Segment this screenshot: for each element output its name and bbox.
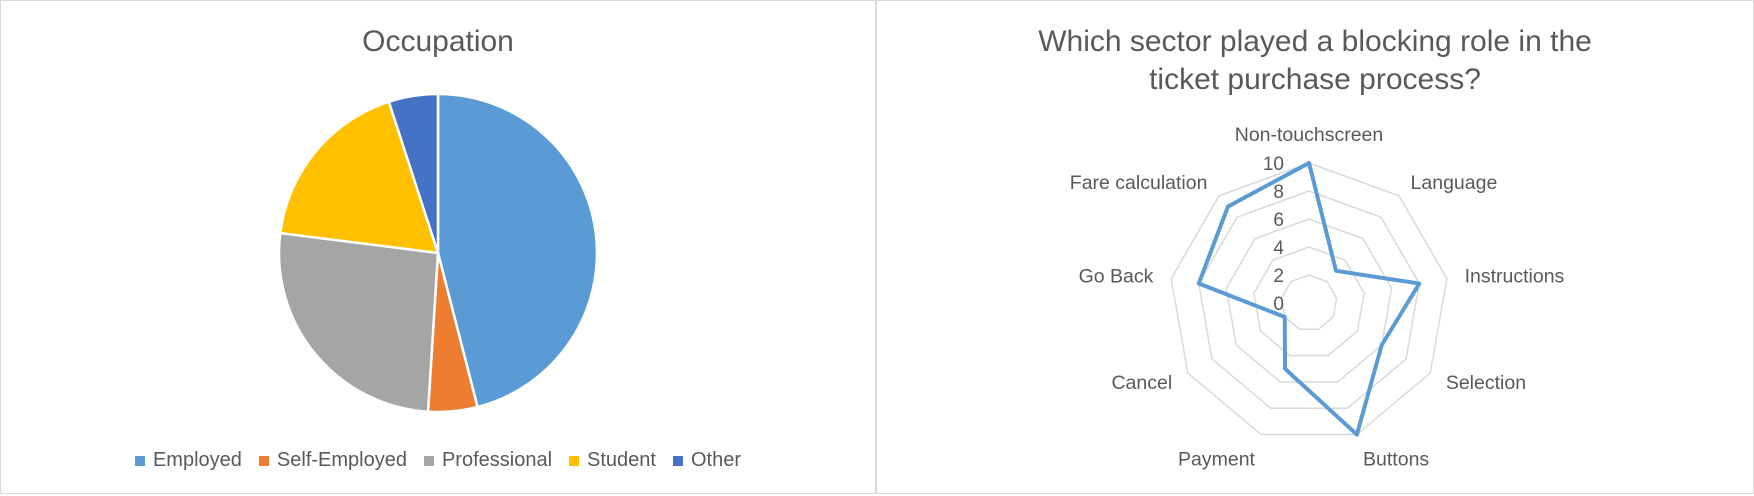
radar-chart: 0246810Non-touchscreenLanguageInstructio…	[1070, 124, 1565, 470]
legend-item: Other	[672, 449, 742, 472]
blocking-sector-chart-panel: Which sector played a blocking role in t…	[876, 0, 1754, 494]
radar-tick-label: 8	[1273, 182, 1284, 203]
legend-label: Student	[587, 449, 656, 471]
legend-label: Self-Employed	[276, 449, 407, 471]
legend-label: Professional	[441, 449, 553, 471]
occupation-chart-panel: Occupation Employed Self-Employed Professi…	[0, 0, 876, 494]
legend-swatch	[134, 455, 145, 466]
legend-swatch	[423, 455, 434, 466]
radar-category-label: Fare calculation	[1070, 172, 1208, 194]
radar-tick-label: 2	[1273, 266, 1284, 287]
pie-slice-professional	[277, 231, 440, 414]
radar-tick-label: 4	[1273, 238, 1284, 259]
legend-label: Employed	[152, 449, 242, 471]
radar-category-label: Selection	[1446, 372, 1526, 394]
radar-category-label: Instructions	[1465, 266, 1565, 288]
legend-swatch	[672, 455, 683, 466]
radar-grid-ring	[1225, 218, 1393, 383]
radar-category-label: Payment	[1178, 448, 1256, 470]
radar-category-label: Go Back	[1079, 266, 1154, 288]
radar-tick-label: 6	[1273, 210, 1284, 231]
radar-series-line	[1196, 161, 1422, 437]
radar-tick-label: 10	[1263, 154, 1284, 175]
legend-swatch	[569, 455, 580, 466]
radar-grid-ring	[1280, 274, 1338, 331]
legend-label: Other	[690, 449, 742, 471]
radar-grid-ring	[1170, 162, 1448, 436]
legend-item: Employed	[134, 449, 242, 472]
chart-page: Occupation Employed Self-Employed Professi…	[0, 0, 1754, 496]
pie-chart	[277, 92, 599, 414]
legend-item: Professional	[423, 449, 553, 472]
radar-category-label: Language	[1411, 172, 1498, 194]
legend-item: Self-Employed	[258, 449, 407, 472]
radar-category-label: Buttons	[1363, 448, 1429, 470]
legend-swatch	[258, 455, 269, 466]
legend-item: Student	[569, 449, 656, 472]
radar-category-label: Cancel	[1111, 372, 1172, 394]
radar-grid-ring	[1253, 246, 1365, 357]
radar-category-label: Non-touchscreen	[1235, 124, 1384, 146]
radar-grid-ring	[1197, 190, 1421, 409]
pie-legend: Employed Self-Employed Professional Student…	[1, 449, 875, 472]
